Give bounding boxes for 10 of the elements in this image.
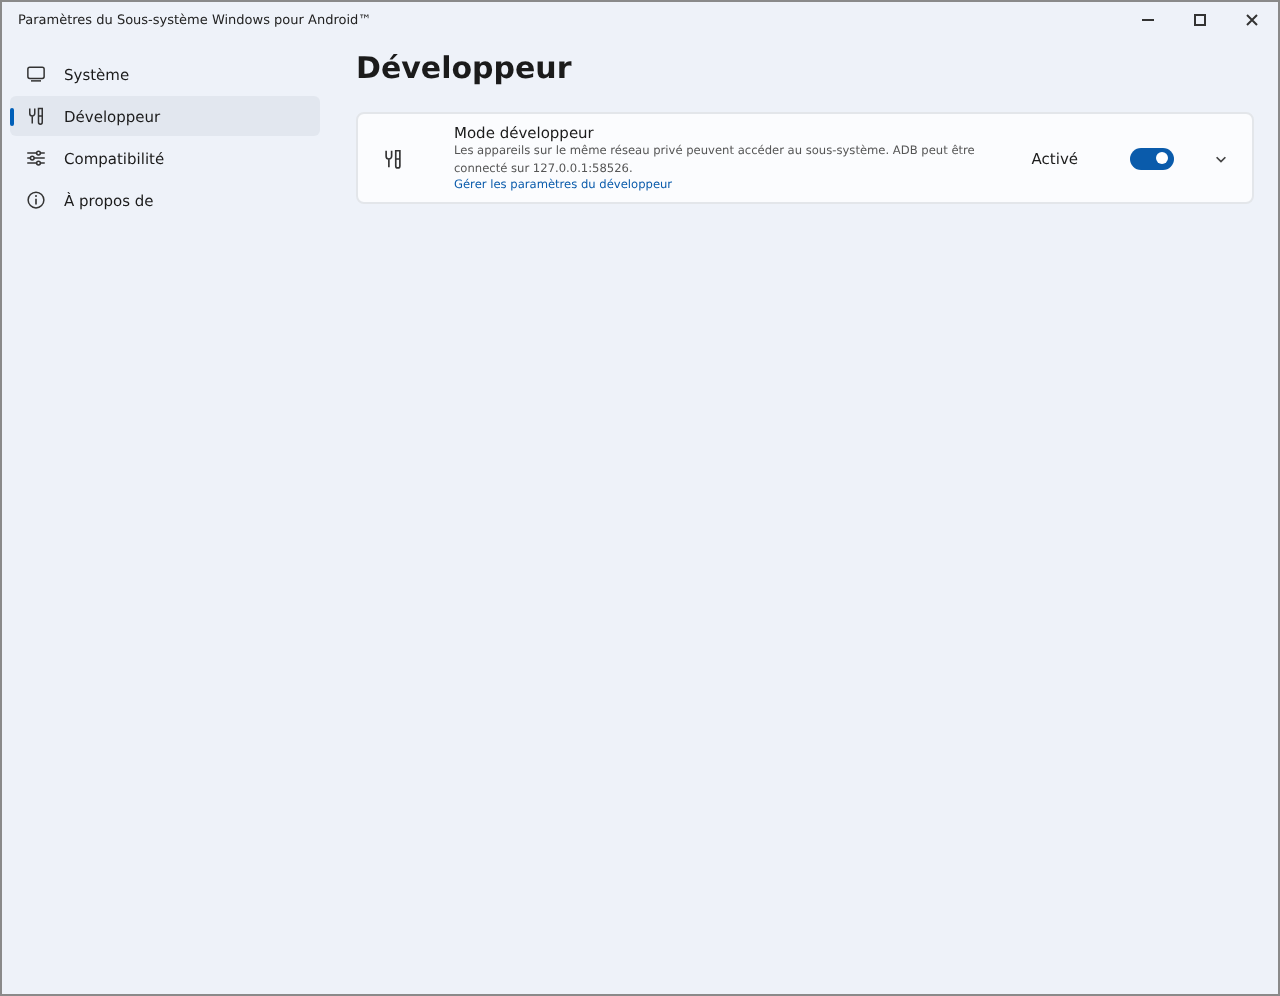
display-icon [26,64,46,84]
close-icon [1244,12,1260,28]
page-title: Développeur [356,50,574,86]
chevron-icon [1214,151,1228,166]
developer-tools-icon [382,147,404,170]
info-icon [26,190,46,210]
developer-tools-icon [26,106,46,126]
toggle-switch[interactable] [1130,147,1174,170]
maximize-icon [1192,12,1208,28]
sliders-icon [26,148,46,168]
